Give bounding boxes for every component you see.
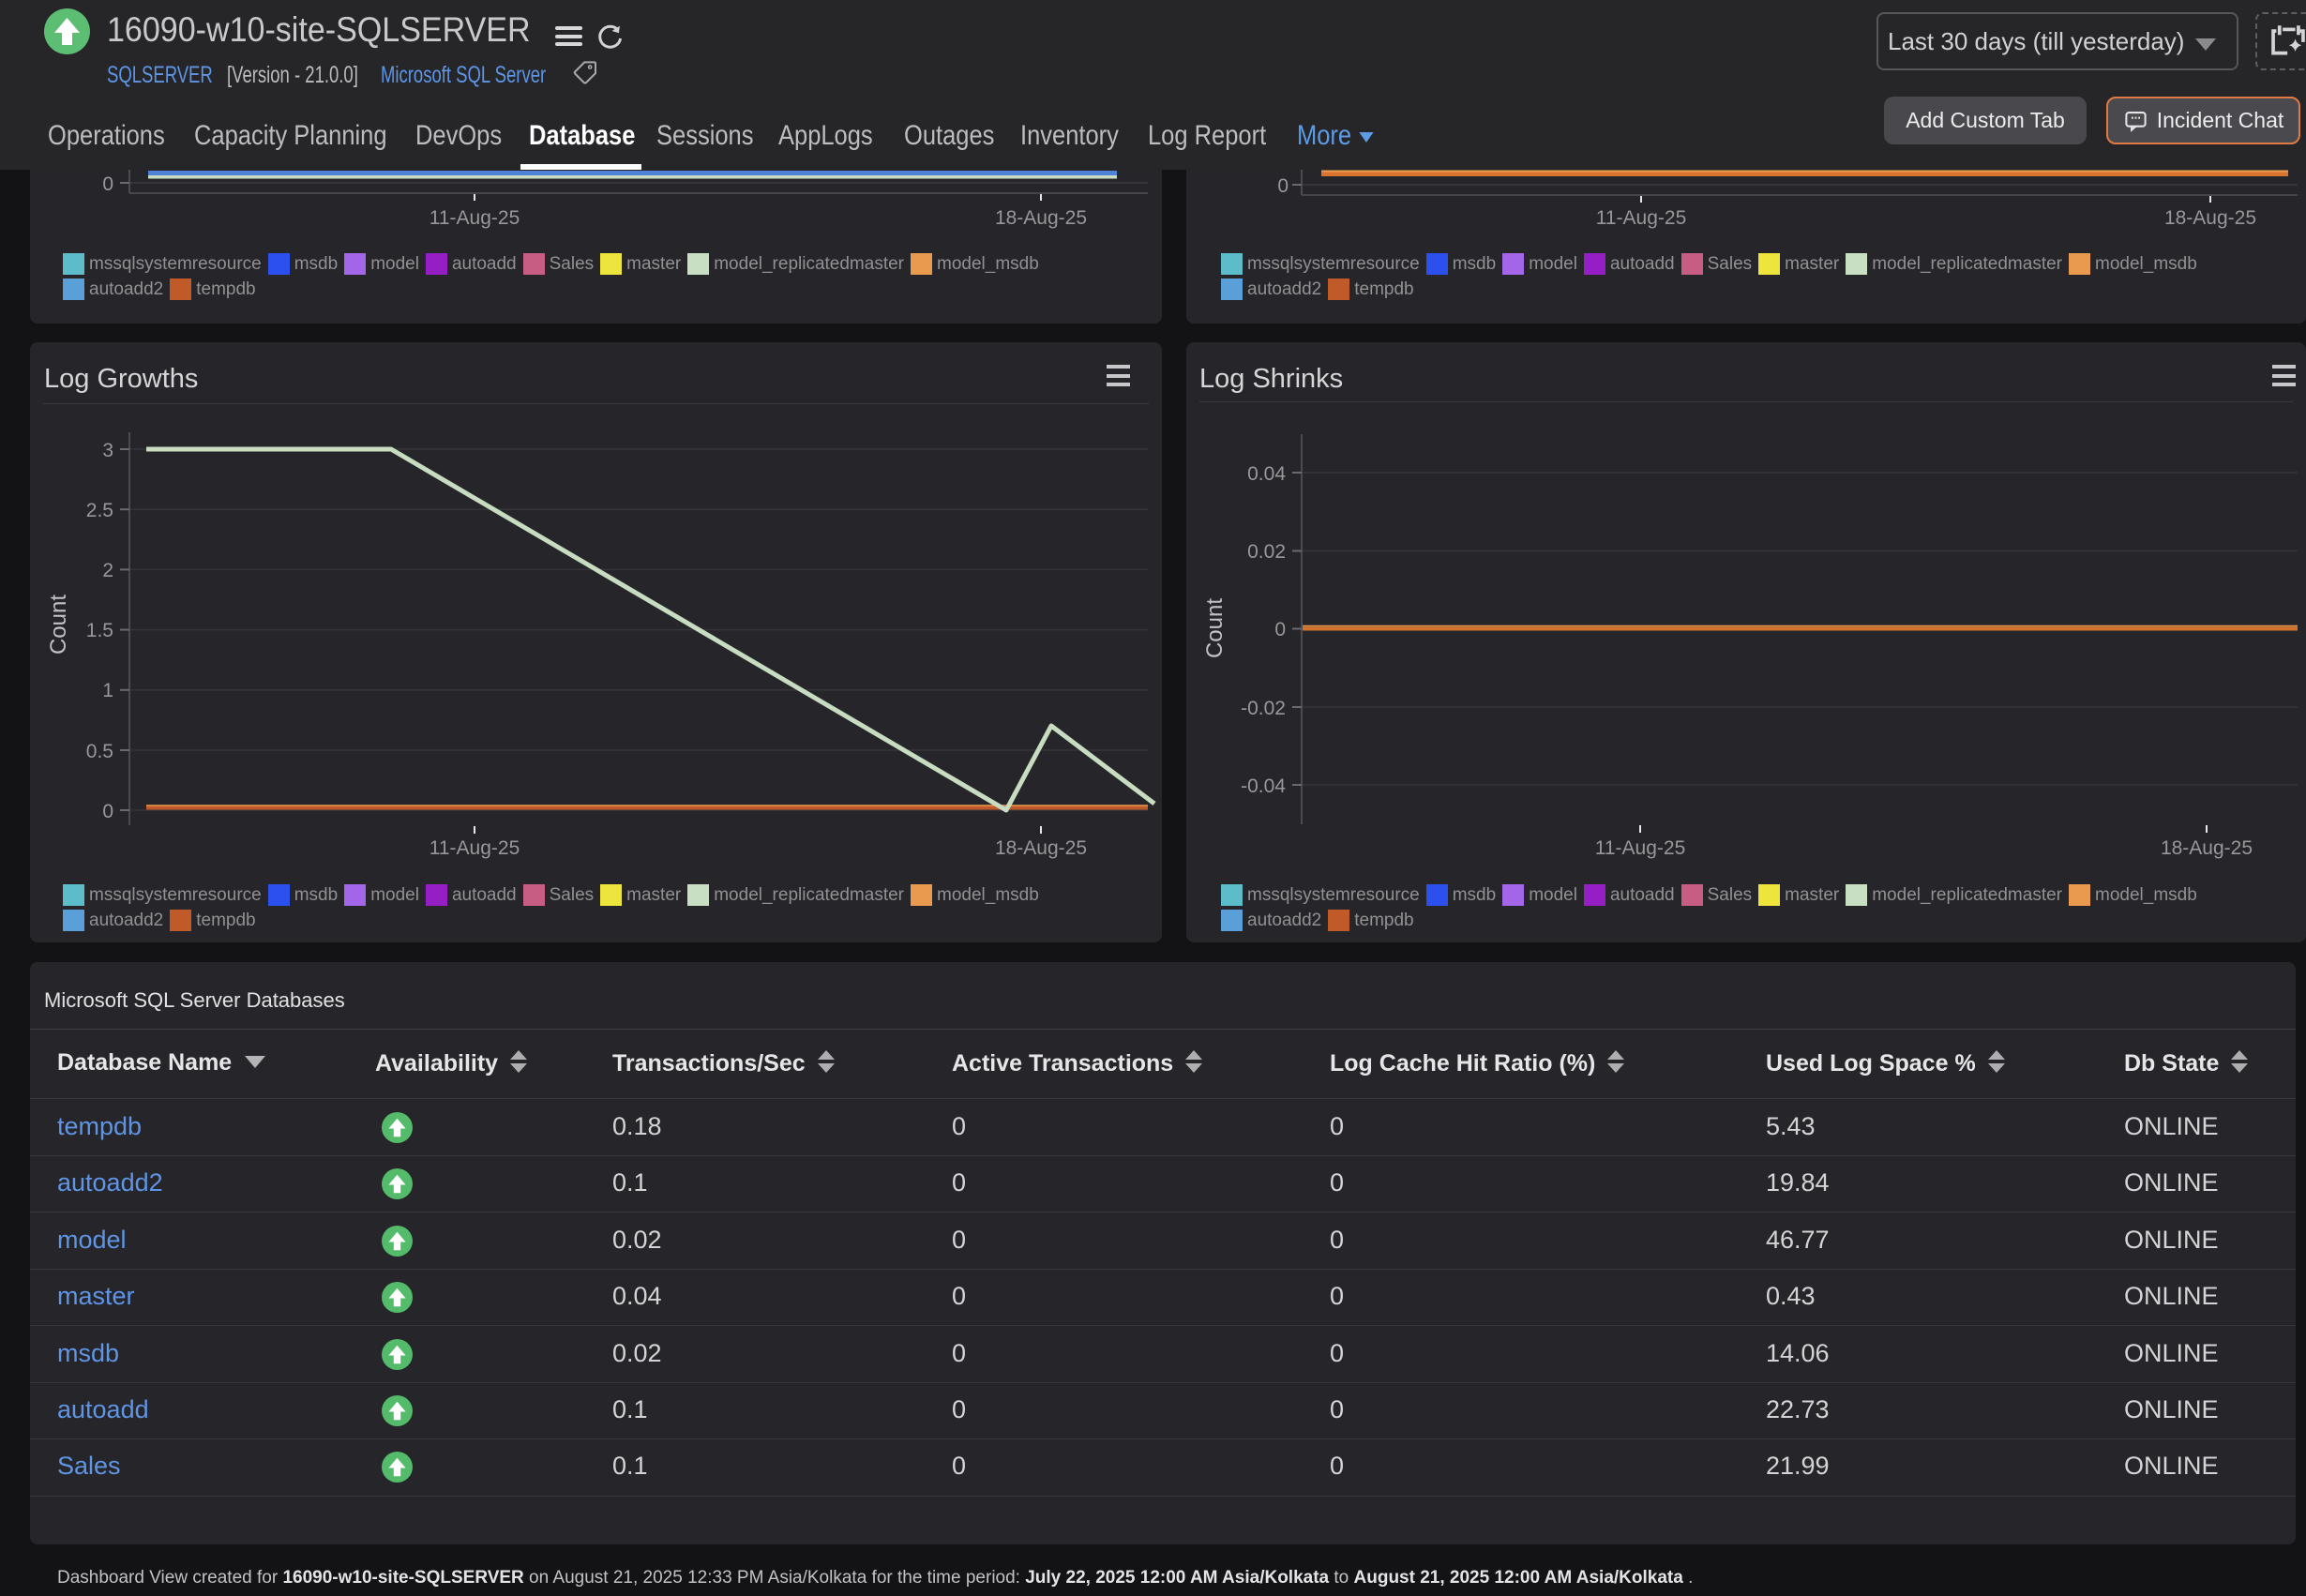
svg-text:Count: Count [1202, 598, 1228, 658]
svg-text:11-Aug-25: 11-Aug-25 [430, 207, 520, 229]
svg-text:0: 0 [102, 801, 113, 822]
svg-text:11-Aug-25: 11-Aug-25 [430, 837, 520, 859]
svg-text:-0.04: -0.04 [1241, 775, 1286, 797]
svg-text:11-Aug-25: 11-Aug-25 [1595, 837, 1686, 859]
svg-text:3: 3 [102, 440, 113, 461]
svg-text:2: 2 [102, 560, 113, 581]
svg-text:18-Aug-25: 18-Aug-25 [2164, 207, 2256, 229]
svg-text:0: 0 [1277, 175, 1289, 197]
svg-text:18-Aug-25: 18-Aug-25 [995, 207, 1087, 229]
svg-text:0.5: 0.5 [86, 741, 113, 762]
svg-text:0: 0 [102, 173, 113, 195]
svg-text:0.02: 0.02 [1247, 541, 1286, 563]
svg-text:1: 1 [102, 680, 113, 701]
svg-text:2.5: 2.5 [86, 500, 113, 521]
svg-text:Count: Count [46, 595, 71, 655]
svg-text:0: 0 [1274, 619, 1286, 640]
svg-text:18-Aug-25: 18-Aug-25 [995, 837, 1087, 859]
svg-text:-0.02: -0.02 [1241, 698, 1286, 719]
svg-text:11-Aug-25: 11-Aug-25 [1596, 207, 1687, 229]
svg-text:18-Aug-25: 18-Aug-25 [2161, 837, 2253, 859]
svg-text:0.04: 0.04 [1247, 463, 1286, 485]
svg-text:1.5: 1.5 [86, 620, 113, 641]
